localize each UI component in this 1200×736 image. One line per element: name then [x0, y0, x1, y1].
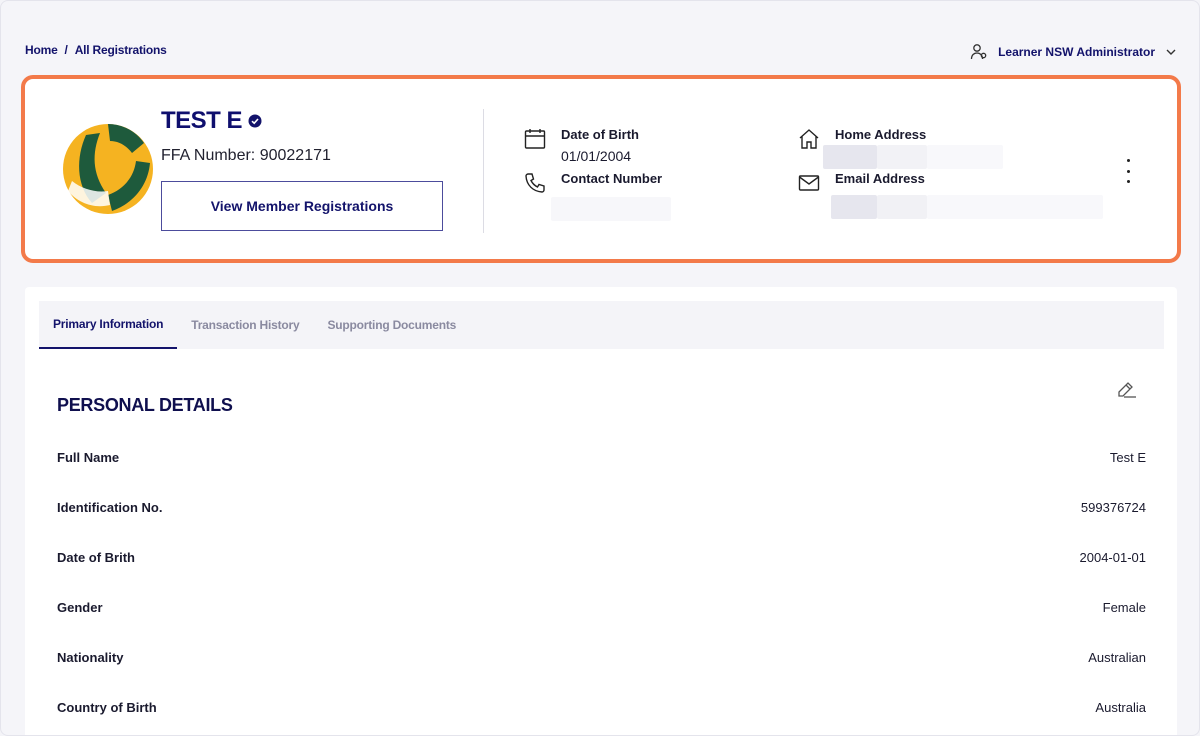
redacted-email-part-2	[877, 195, 927, 219]
detail-value: 599376724	[1080, 499, 1146, 515]
detail-value: Female	[1102, 599, 1146, 615]
tab-primary-information[interactable]: Primary Information	[39, 301, 178, 349]
redacted-email-part-3	[927, 195, 1103, 219]
detail-label: Gender	[57, 599, 103, 615]
member-details-panel: Primary Information Transaction History …	[25, 287, 1177, 735]
detail-value: Test E	[1109, 449, 1146, 465]
detail-row-date-of-birth: Date of Brith 2004-01-01	[57, 547, 1146, 567]
detail-label: Nationality	[57, 649, 124, 665]
detail-label: Full Name	[57, 449, 120, 465]
detail-value: Australia	[1095, 699, 1146, 715]
football-australia-logo	[62, 123, 154, 215]
verified-badge-icon	[248, 107, 262, 128]
detail-row-gender: Gender Female	[57, 597, 1146, 617]
contact-number-label: Contact Number	[561, 171, 663, 186]
detail-label: Date of Brith	[57, 549, 135, 565]
detail-row-full-name: Full Name Test E	[57, 447, 1146, 467]
date-of-birth-label: Date of Birth	[561, 127, 639, 142]
detail-row-country-of-birth: Country of Birth Australia	[57, 697, 1146, 717]
tab-transaction-history[interactable]: Transaction History	[177, 301, 313, 349]
breadcrumb-home[interactable]: Home	[25, 43, 58, 57]
redacted-email-part-1	[831, 195, 877, 219]
redacted-home-address-part-2	[877, 145, 927, 169]
home-icon	[797, 127, 821, 151]
detail-value: Australian	[1088, 649, 1146, 665]
detail-label: Identification No.	[57, 499, 163, 515]
email-address-info: Email Address	[797, 171, 925, 195]
mail-icon	[797, 171, 821, 195]
member-summary-card: TEST E FFA Number: 90022171 View Member …	[21, 75, 1181, 263]
app-frame: Home / All Registrations Learner NSW Admin…	[0, 0, 1200, 736]
detail-row-nationality: Nationality Australian	[57, 647, 1146, 667]
more-options-icon[interactable]	[1119, 159, 1137, 183]
email-address-label: Email Address	[835, 171, 925, 186]
card-divider	[483, 109, 484, 233]
member-name: TEST E	[161, 107, 262, 135]
redacted-contact-number	[551, 197, 671, 221]
contact-number-info: Contact Number	[523, 171, 662, 195]
tab-bar: Primary Information Transaction History …	[39, 301, 1164, 349]
tab-supporting-documents[interactable]: Supporting Documents	[313, 301, 470, 349]
breadcrumb: Home / All Registrations	[25, 43, 167, 57]
home-address-label: Home Address	[835, 127, 927, 142]
view-member-registrations-button[interactable]: View Member Registrations	[161, 181, 443, 231]
detail-label: Country of Birth	[57, 699, 157, 715]
breadcrumb-separator: /	[64, 43, 68, 57]
detail-row-identification-no: Identification No. 599376724	[57, 497, 1146, 517]
user-menu[interactable]: Learner NSW Administrator	[970, 43, 1177, 61]
edit-icon[interactable]	[1115, 377, 1137, 399]
date-of-birth-value: 01/01/2004	[561, 148, 632, 164]
redacted-home-address-part-1	[823, 145, 877, 169]
redacted-home-address-part-3	[927, 145, 1003, 169]
calendar-icon	[523, 127, 547, 151]
user-menu-label: Learner NSW Administrator	[998, 45, 1155, 59]
breadcrumb-all-registrations[interactable]: All Registrations	[75, 43, 167, 57]
kebab-dot	[1126, 159, 1130, 162]
user-icon	[970, 43, 988, 61]
date-of-birth-info: Date of Birth 01/01/2004	[523, 127, 639, 164]
phone-icon	[523, 171, 547, 195]
ffa-number: FFA Number: 90022171	[161, 147, 331, 164]
kebab-dot	[1126, 180, 1130, 183]
kebab-dot	[1126, 169, 1130, 173]
section-title: PERSONAL DETAILS	[57, 395, 233, 415]
chevron-down-icon	[1165, 46, 1177, 58]
member-name-text: TEST E	[161, 107, 243, 134]
detail-value: 2004-01-01	[1079, 549, 1147, 565]
